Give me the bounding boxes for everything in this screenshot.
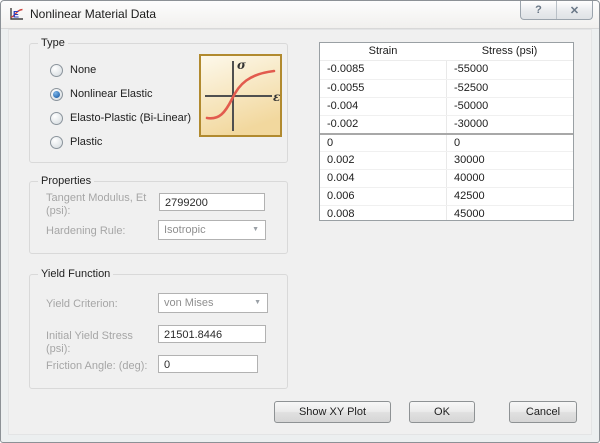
properties-group: Properties Tangent Modulus, Et (psi): 27… bbox=[29, 174, 288, 254]
stress-cell[interactable]: -50000 bbox=[446, 98, 573, 115]
radio-dot bbox=[53, 90, 60, 98]
stress-cell[interactable]: 45000 bbox=[446, 206, 573, 220]
type-group-label: Type bbox=[38, 36, 68, 50]
type-radio-nonlinear-elastic[interactable]: Nonlinear Elastic bbox=[50, 82, 191, 106]
table-row[interactable]: -0.002 -30000 bbox=[320, 115, 573, 133]
help-icon: ? bbox=[535, 4, 542, 16]
sigma-axis-label: σ bbox=[237, 58, 246, 72]
type-radio-list: None Nonlinear Elastic Elasto-Plastic (Bi-… bbox=[50, 58, 191, 154]
table-row[interactable]: 0.008 45000 bbox=[320, 205, 573, 220]
close-button[interactable]: ✕ bbox=[556, 1, 592, 19]
table-header: Strain Stress (psi) bbox=[320, 43, 573, 61]
caption-buttons: ? ✕ bbox=[520, 1, 593, 20]
strain-cell[interactable]: -0.004 bbox=[320, 98, 446, 115]
properties-group-label: Properties bbox=[38, 174, 95, 188]
table-row[interactable]: 0.002 30000 bbox=[320, 151, 573, 169]
radio-label: Elasto-Plastic (Bi-Linear) bbox=[70, 112, 192, 124]
help-button[interactable]: ? bbox=[521, 1, 556, 19]
strain-cell[interactable]: 0.002 bbox=[320, 152, 446, 169]
strain-cell[interactable]: 0.004 bbox=[320, 170, 446, 187]
radio-selected-icon[interactable] bbox=[50, 87, 63, 101]
yield-function-group-label: Yield Function bbox=[38, 267, 114, 281]
radio-label: None bbox=[70, 64, 97, 76]
type-group: Type None Nonlinear Elastic Elasto-Plastic… bbox=[29, 36, 288, 163]
nonlinear-material-data-dialog: E Nonlinear Material Data ? ✕ Type None N… bbox=[0, 0, 600, 443]
svg-text:E: E bbox=[13, 10, 19, 20]
window-title: Nonlinear Material Data bbox=[30, 7, 157, 21]
table-row[interactable]: -0.0055 -52500 bbox=[320, 79, 573, 97]
radio-icon[interactable] bbox=[50, 63, 63, 77]
column-header: Stress (psi) bbox=[481, 45, 538, 57]
stress-cell[interactable]: 40000 bbox=[446, 170, 573, 187]
strain-cell[interactable]: -0.002 bbox=[320, 116, 446, 133]
table-row[interactable]: 00 bbox=[320, 133, 573, 151]
yield-criterion-value: von Mises bbox=[164, 297, 214, 309]
dialog-body: Type None Nonlinear Elastic Elasto-Plastic… bbox=[8, 29, 592, 435]
stress-strain-curve-icon: E bbox=[8, 6, 24, 22]
show-xy-plot-button[interactable]: Show XY Plot bbox=[274, 401, 391, 423]
table-row[interactable]: -0.0085 -55000 bbox=[320, 61, 573, 79]
title-bar[interactable]: E Nonlinear Material Data ? ✕ bbox=[1, 1, 599, 29]
ok-button[interactable]: OK bbox=[409, 401, 475, 423]
initial-yield-stress-label: Initial Yield Stress (psi): bbox=[46, 330, 133, 355]
type-radio-plastic[interactable]: Plastic bbox=[50, 130, 191, 154]
type-radio-none[interactable]: None bbox=[50, 58, 191, 82]
chevron-down-icon: ▼ bbox=[252, 226, 259, 234]
tangent-modulus-input[interactable]: 2799200 bbox=[159, 193, 265, 211]
epsilon-axis-label: ε bbox=[273, 90, 281, 104]
hardening-rule-value: Isotropic bbox=[164, 224, 206, 236]
strain-cell[interactable]: 0.008 bbox=[320, 206, 446, 220]
stress-cell[interactable]: -52500 bbox=[446, 80, 573, 97]
cancel-button[interactable]: Cancel bbox=[509, 401, 577, 423]
radio-label: Nonlinear Elastic bbox=[70, 88, 153, 100]
friction-angle-input[interactable]: 0 bbox=[158, 355, 258, 373]
material-data-table[interactable]: Strain Stress (psi) -0.0085 -55000 -0.0055 -5… bbox=[319, 42, 574, 221]
yield-criterion-label: Yield Criterion: bbox=[46, 298, 118, 310]
close-icon: ✕ bbox=[569, 4, 580, 17]
radio-label: Plastic bbox=[70, 136, 103, 148]
radio-icon[interactable] bbox=[50, 111, 63, 125]
table-row[interactable]: 0.004 40000 bbox=[320, 169, 573, 187]
yield-criterion-select[interactable]: von Mises ▼ bbox=[158, 293, 268, 313]
stress-cell[interactable]: 42500 bbox=[446, 188, 573, 205]
chevron-down-icon: ▼ bbox=[254, 299, 261, 307]
friction-angle-label: Friction Angle: (deg): bbox=[46, 360, 148, 372]
tangent-modulus-label: Tangent Modulus, Et (psi): bbox=[46, 192, 147, 217]
table-row[interactable]: 0.006 42500 bbox=[320, 187, 573, 205]
table-row[interactable]: -0.004 -50000 bbox=[320, 97, 573, 115]
stress-strain-preview: σ ε bbox=[199, 54, 282, 137]
strain-cell[interactable]: 0 bbox=[320, 135, 446, 151]
hardening-rule-label: Hardening Rule: bbox=[46, 225, 126, 237]
strain-cell[interactable]: 0.006 bbox=[320, 188, 446, 205]
strain-cell[interactable]: -0.0085 bbox=[320, 61, 446, 79]
stress-cell[interactable]: -55000 bbox=[446, 61, 573, 79]
stress-cell[interactable]: -30000 bbox=[446, 116, 573, 133]
radio-icon[interactable] bbox=[50, 135, 63, 149]
yield-function-group: Yield Function Yield Criterion: von Mise… bbox=[29, 267, 288, 389]
hardening-rule-select[interactable]: Isotropic ▼ bbox=[158, 220, 266, 240]
column-header: Strain bbox=[368, 45, 398, 57]
stress-cell[interactable]: 30000 bbox=[446, 152, 573, 169]
initial-yield-stress-input[interactable]: 21501.8446 bbox=[158, 325, 266, 343]
stress-cell[interactable]: 0 bbox=[446, 135, 573, 151]
type-radio-elasto-plastic-bi-linear-[interactable]: Elasto-Plastic (Bi-Linear) bbox=[50, 106, 191, 130]
strain-cell[interactable]: -0.0055 bbox=[320, 80, 446, 97]
